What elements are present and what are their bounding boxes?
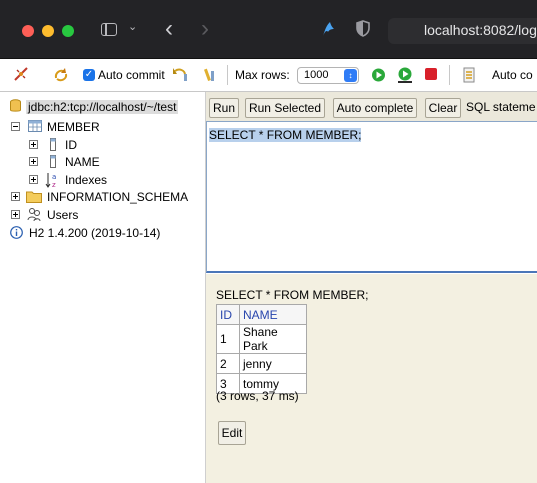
chevron-down-icon[interactable]: ⌄: [128, 20, 137, 33]
table-icon: [28, 120, 42, 132]
expand-icon[interactable]: [11, 210, 20, 219]
back-button[interactable]: ‹: [165, 15, 173, 43]
history-icon[interactable]: [461, 66, 477, 84]
close-window-button[interactable]: [22, 25, 34, 37]
column-header-name: NAME: [239, 304, 307, 325]
result-table: ID NAME 1 Shane Park 2 jenny 3 tommy: [216, 304, 307, 394]
select-arrows-icon: ↕: [344, 69, 357, 82]
run-selected-button[interactable]: Run Selected: [245, 98, 325, 118]
indexes-label: Indexes: [65, 173, 108, 187]
edit-button[interactable]: Edit: [218, 421, 246, 445]
tree-users[interactable]: Users: [10, 207, 160, 223]
clear-button[interactable]: Clear: [425, 98, 461, 118]
info-icon: [10, 226, 23, 239]
connection-label: jdbc:h2:tcp://localhost/~/test: [26, 100, 179, 114]
cell-name: jenny: [239, 353, 307, 374]
stop-icon[interactable]: [425, 68, 437, 80]
expand-icon[interactable]: [29, 140, 38, 149]
tree-version: H2 1.4.200 (2019-10-14): [10, 225, 200, 241]
minimize-window-button[interactable]: [42, 25, 54, 37]
max-rows-select[interactable]: 1000 ↕: [297, 67, 359, 84]
result-sql: SELECT * FROM MEMBER;: [216, 288, 369, 302]
table-row: 1 Shane Park: [216, 324, 307, 354]
collapse-icon[interactable]: [11, 122, 20, 131]
toolbar-separator: [449, 65, 450, 85]
expand-icon[interactable]: [29, 157, 38, 166]
database-tree: jdbc:h2:tcp://localhost/~/test MEMBER ID…: [0, 92, 206, 483]
folder-icon: [26, 191, 42, 203]
version-label: H2 1.4.200 (2019-10-14): [29, 226, 161, 240]
column-label: ID: [65, 138, 77, 152]
h2-toolbar: ✓ Auto commit Max rows: 1000 ↕ Auto co: [0, 59, 537, 92]
column-header-id: ID: [216, 304, 240, 325]
cell-id: 1: [216, 324, 240, 354]
run-button[interactable]: Run: [209, 98, 239, 118]
database-icon: [10, 99, 21, 112]
table-header-row: ID NAME: [216, 304, 307, 325]
refresh-icon[interactable]: [53, 66, 69, 84]
index-icon: a z: [45, 173, 56, 188]
users-label: Users: [47, 208, 79, 222]
disconnect-icon[interactable]: [13, 66, 29, 84]
column-label: NAME: [65, 155, 100, 169]
svg-text:a: a: [52, 173, 56, 181]
cell-name: Shane Park: [239, 324, 307, 354]
tree-information-schema[interactable]: INFORMATION_SCHEMA: [10, 189, 200, 205]
tree-column-id[interactable]: ID: [28, 137, 178, 153]
users-icon: [27, 208, 41, 222]
tree-column-name[interactable]: NAME: [28, 154, 178, 170]
extension-icon[interactable]: [320, 20, 336, 38]
svg-text:z: z: [52, 181, 56, 188]
expand-icon[interactable]: [11, 192, 20, 201]
column-icon: [50, 155, 56, 168]
result-info: (3 rows, 37 ms): [216, 389, 299, 403]
tree-table-member[interactable]: MEMBER: [10, 119, 190, 135]
schema-label: INFORMATION_SCHEMA: [47, 190, 189, 204]
auto-complete-label: Auto co: [492, 68, 533, 82]
maximize-window-button[interactable]: [62, 25, 74, 37]
sql-editor[interactable]: SELECT * FROM MEMBER;: [206, 121, 537, 273]
forward-button[interactable]: ›: [201, 15, 209, 43]
browser-chrome: ⌄ ‹ › localhost:8082/logi: [0, 0, 537, 59]
url-text: localhost:8082/logi: [424, 22, 537, 38]
auto-complete-button[interactable]: Auto complete: [333, 98, 417, 118]
auto-commit-checkbox[interactable]: ✓: [83, 69, 95, 81]
commit-icon[interactable]: [203, 66, 217, 84]
sql-statement-label: SQL stateme: [466, 100, 536, 114]
expand-icon[interactable]: [29, 175, 38, 184]
toolbar-separator: [227, 65, 228, 85]
sql-editor-text: SELECT * FROM MEMBER;: [209, 128, 362, 142]
address-bar[interactable]: localhost:8082/logi: [388, 18, 537, 44]
cell-id: 2: [216, 353, 240, 374]
tree-indexes[interactable]: a z Indexes: [28, 172, 178, 188]
shield-icon[interactable]: [356, 20, 370, 37]
table-row: 2 jenny: [216, 353, 307, 374]
max-rows-label: Max rows:: [235, 68, 290, 82]
sidebar-toggle-icon[interactable]: [101, 23, 117, 36]
column-icon: [50, 138, 56, 151]
results-panel: SELECT * FROM MEMBER; ID NAME 1 Shane Pa…: [206, 274, 537, 483]
tree-connection-row[interactable]: jdbc:h2:tcp://localhost/~/test: [10, 99, 180, 115]
rollback-icon[interactable]: [172, 66, 190, 84]
run-selected-icon[interactable]: [396, 66, 414, 84]
auto-commit-label: Auto commit: [98, 68, 165, 82]
max-rows-value: 1000: [304, 69, 329, 81]
run-icon[interactable]: [371, 66, 386, 84]
table-label: MEMBER: [47, 120, 100, 134]
